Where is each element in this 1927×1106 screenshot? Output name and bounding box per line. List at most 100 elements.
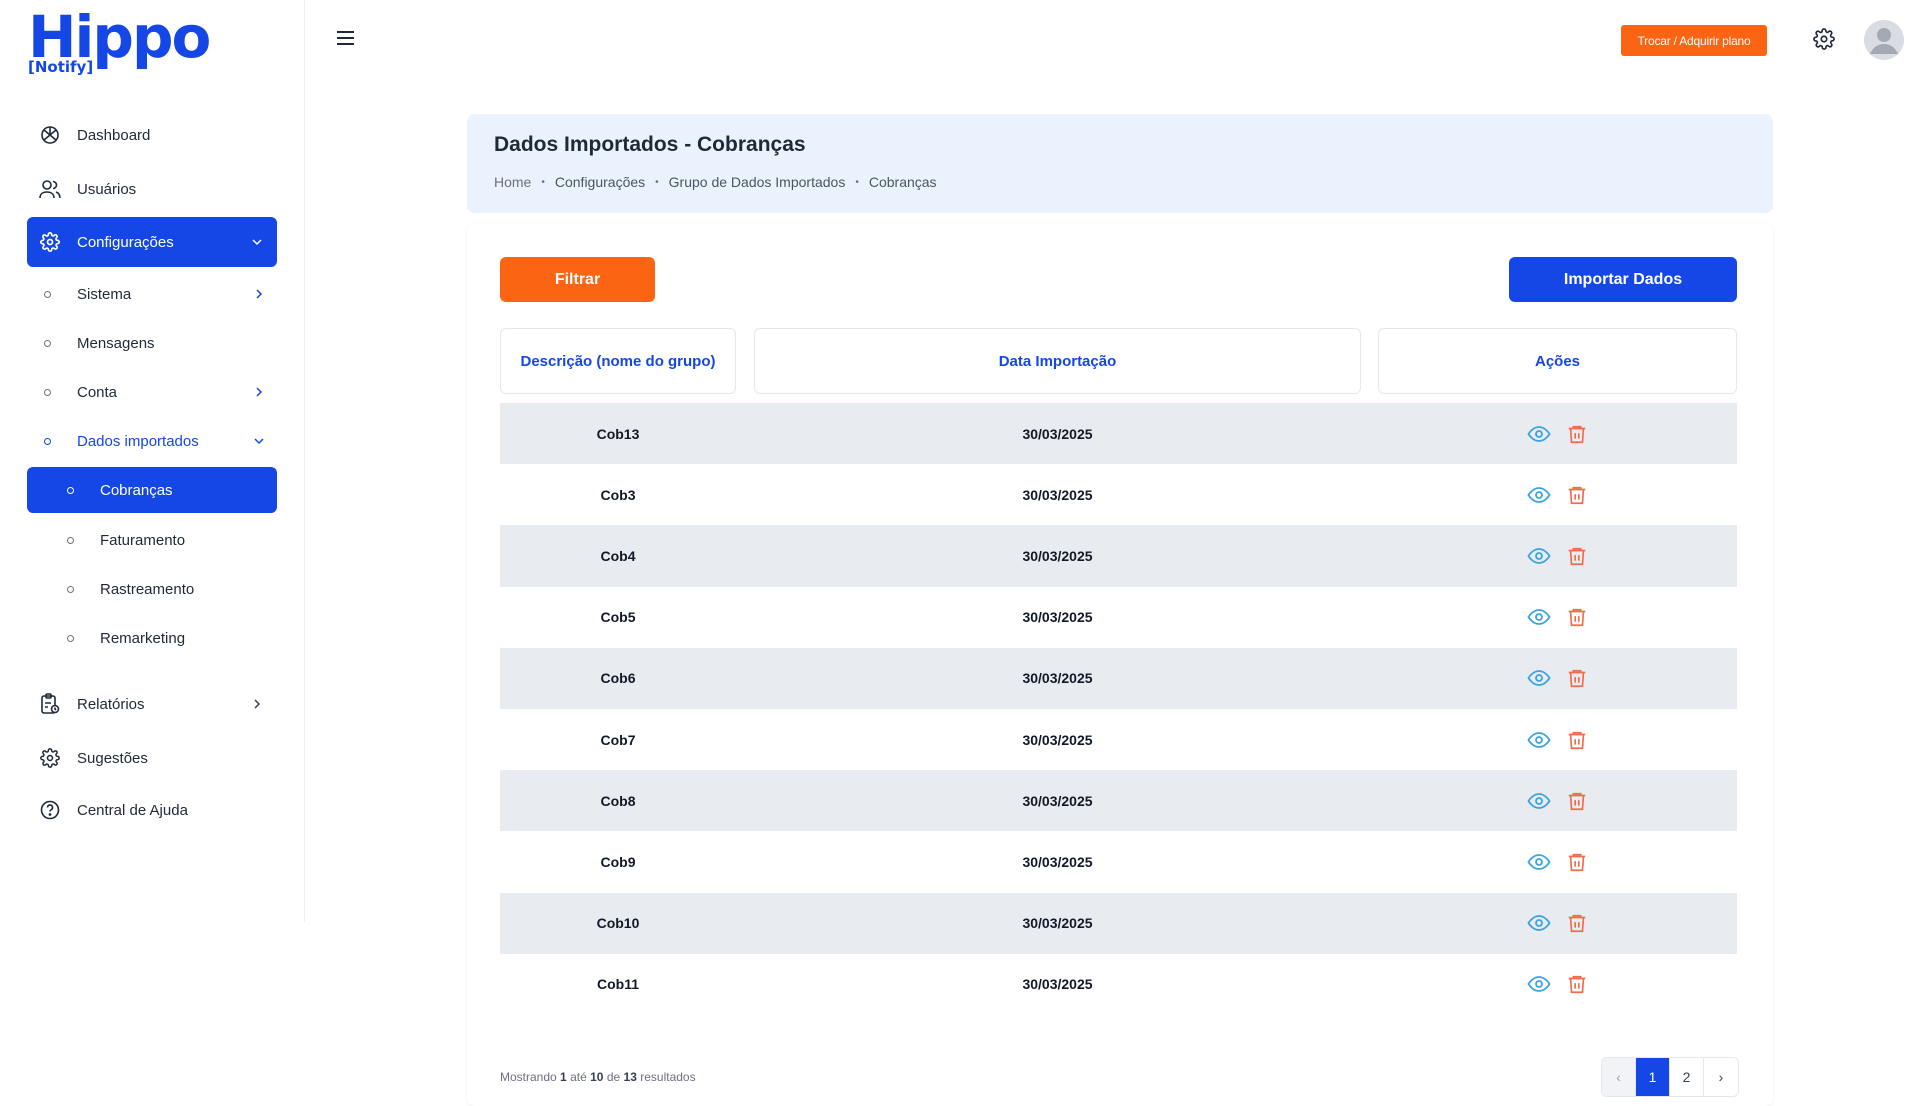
- table-row: Cob8 30/03/2025: [500, 770, 1737, 832]
- cell-acoes: [1378, 728, 1737, 752]
- delete-trash-icon[interactable]: [1565, 972, 1589, 996]
- cell-descricao: Cob9: [600, 853, 636, 870]
- sidebar-subitem-conta[interactable]: Conta: [27, 370, 277, 414]
- sidebar-subitem-faturamento[interactable]: Faturamento: [27, 518, 277, 562]
- cell-data-importacao: 30/03/2025: [1022, 915, 1093, 932]
- pagination: ‹ 1 2 ›: [1601, 1057, 1739, 1097]
- bullet-icon: [67, 536, 74, 544]
- table-row: Cob4 30/03/2025: [500, 525, 1737, 587]
- help-icon: [39, 799, 61, 821]
- table-row: Cob9 30/03/2025: [500, 831, 1737, 892]
- bullet-icon: [44, 388, 51, 396]
- sidebar-subitem-mensagens[interactable]: Mensagens: [27, 321, 277, 365]
- sidebar-subitem-remarketing[interactable]: Remarketing: [27, 616, 277, 660]
- chevron-right-icon: [256, 289, 263, 299]
- results-suffix: resultados: [640, 1070, 696, 1084]
- cell-data-importacao: 30/03/2025: [1022, 670, 1093, 687]
- sidebar-item-label: Relatórios: [77, 695, 145, 713]
- view-eye-icon[interactable]: [1526, 789, 1551, 813]
- delete-trash-icon[interactable]: [1565, 605, 1589, 629]
- sidebar-subitem-cobrancas[interactable]: Cobranças: [27, 467, 277, 513]
- cell-acoes: [1378, 544, 1737, 568]
- page-header: Dados Importados - Cobranças Home • Conf…: [467, 114, 1773, 213]
- view-eye-icon[interactable]: [1526, 483, 1551, 507]
- breadcrumb-configuracoes[interactable]: Configurações: [555, 174, 645, 190]
- sidebar-item-central-de-ajuda[interactable]: Central de Ajuda: [27, 786, 277, 834]
- settings-gear-icon[interactable]: [1813, 28, 1835, 50]
- sidebar-subitem-label: Cobranças: [100, 481, 173, 499]
- delete-trash-icon[interactable]: [1565, 422, 1589, 446]
- column-header-descricao[interactable]: Descrição (nome do grupo): [500, 328, 736, 394]
- delete-trash-icon[interactable]: [1565, 483, 1589, 507]
- sidebar-subitem-dados-importados[interactable]: Dados importados: [27, 419, 277, 463]
- delete-trash-icon[interactable]: [1565, 666, 1589, 690]
- table-row: Cob6 30/03/2025: [500, 647, 1737, 709]
- view-eye-icon[interactable]: [1526, 666, 1551, 690]
- cell-acoes: [1378, 789, 1737, 813]
- sidebar-item-users[interactable]: Usuários: [27, 165, 277, 213]
- page-button-2[interactable]: 2: [1670, 1058, 1704, 1096]
- view-eye-icon[interactable]: [1526, 544, 1551, 568]
- view-eye-icon[interactable]: [1526, 911, 1551, 935]
- cell-descricao: Cob13: [596, 425, 640, 442]
- results-from: 1: [560, 1070, 567, 1084]
- view-eye-icon[interactable]: [1526, 605, 1551, 629]
- results-to-word: até: [570, 1070, 587, 1084]
- sidebar-subitem-rastreamento[interactable]: Rastreamento: [27, 567, 277, 611]
- gear-icon: [39, 231, 61, 253]
- delete-trash-icon[interactable]: [1565, 789, 1589, 813]
- avatar[interactable]: [1864, 20, 1904, 60]
- sidebar-item-relatorios[interactable]: Relatórios: [27, 680, 277, 728]
- delete-trash-icon[interactable]: [1565, 728, 1589, 752]
- cell-acoes: [1378, 850, 1737, 874]
- prev-page-button[interactable]: ‹: [1602, 1058, 1636, 1096]
- breadcrumb-grupo-dados[interactable]: Grupo de Dados Importados: [669, 174, 846, 190]
- logo[interactable]: Hippo [Notify]: [28, 6, 211, 78]
- next-page-button[interactable]: ›: [1704, 1058, 1738, 1096]
- column-header-data[interactable]: Data Importação: [754, 328, 1361, 394]
- view-eye-icon[interactable]: [1526, 422, 1551, 446]
- user-avatar-icon: [1864, 20, 1904, 60]
- sidebar-subitem-sistema[interactable]: Sistema: [27, 272, 277, 316]
- cell-acoes: [1378, 605, 1737, 629]
- breadcrumb-home[interactable]: Home: [494, 174, 531, 190]
- cell-acoes: [1378, 422, 1737, 446]
- sidebar-subitem-label: Sistema: [77, 285, 132, 303]
- sidebar-item-dashboard[interactable]: Dashboard: [27, 111, 277, 159]
- cell-data-importacao: 30/03/2025: [1022, 792, 1093, 809]
- view-eye-icon[interactable]: [1526, 728, 1551, 752]
- delete-trash-icon[interactable]: [1565, 850, 1589, 874]
- table-row: Cob10 30/03/2025: [500, 892, 1737, 954]
- cell-descricao: Cob10: [596, 915, 640, 932]
- sidebar-item-sugestoes[interactable]: Sugestões: [27, 734, 277, 782]
- view-eye-icon[interactable]: [1526, 850, 1551, 874]
- table-row: Cob7 30/03/2025: [500, 709, 1737, 770]
- breadcrumb: Home • Configurações • Grupo de Dados Im…: [494, 174, 937, 190]
- view-eye-icon[interactable]: [1526, 972, 1551, 996]
- sidebar-item-configuracoes[interactable]: Configurações: [27, 217, 277, 267]
- chevron-down-icon: [254, 438, 264, 445]
- sidebar-subitem-label: Conta: [77, 383, 118, 401]
- cell-data-importacao: 30/03/2025: [1022, 547, 1093, 564]
- menu-toggle-icon[interactable]: [336, 30, 356, 46]
- page-button-1[interactable]: 1: [1636, 1058, 1670, 1096]
- sidebar-subitem-label: Faturamento: [100, 531, 186, 549]
- delete-trash-icon[interactable]: [1565, 911, 1589, 935]
- sidebar: Hippo [Notify] Dashboard Usuários Config…: [0, 0, 305, 922]
- column-header-acoes: Ações: [1378, 328, 1737, 394]
- page-title: Dados Importados - Cobranças: [494, 133, 806, 156]
- results-total: 13: [623, 1070, 637, 1084]
- breadcrumb-separator: •: [655, 176, 659, 188]
- cell-descricao: Cob6: [600, 670, 636, 687]
- cell-data-importacao: 30/03/2025: [1022, 486, 1093, 503]
- sidebar-item-label: Dashboard: [77, 126, 151, 144]
- sidebar-subitem-label: Rastreamento: [100, 580, 195, 598]
- sidebar-subitem-label: Dados importados: [77, 432, 199, 450]
- report-icon: [39, 693, 61, 715]
- import-data-button[interactable]: Importar Dados: [1509, 257, 1737, 302]
- upgrade-plan-button[interactable]: Trocar / Adquirir plano: [1621, 25, 1767, 56]
- filter-button[interactable]: Filtrar: [500, 257, 655, 302]
- delete-trash-icon[interactable]: [1565, 544, 1589, 568]
- cell-descricao: Cob4: [600, 547, 636, 564]
- sidebar-item-label: Usuários: [77, 180, 137, 198]
